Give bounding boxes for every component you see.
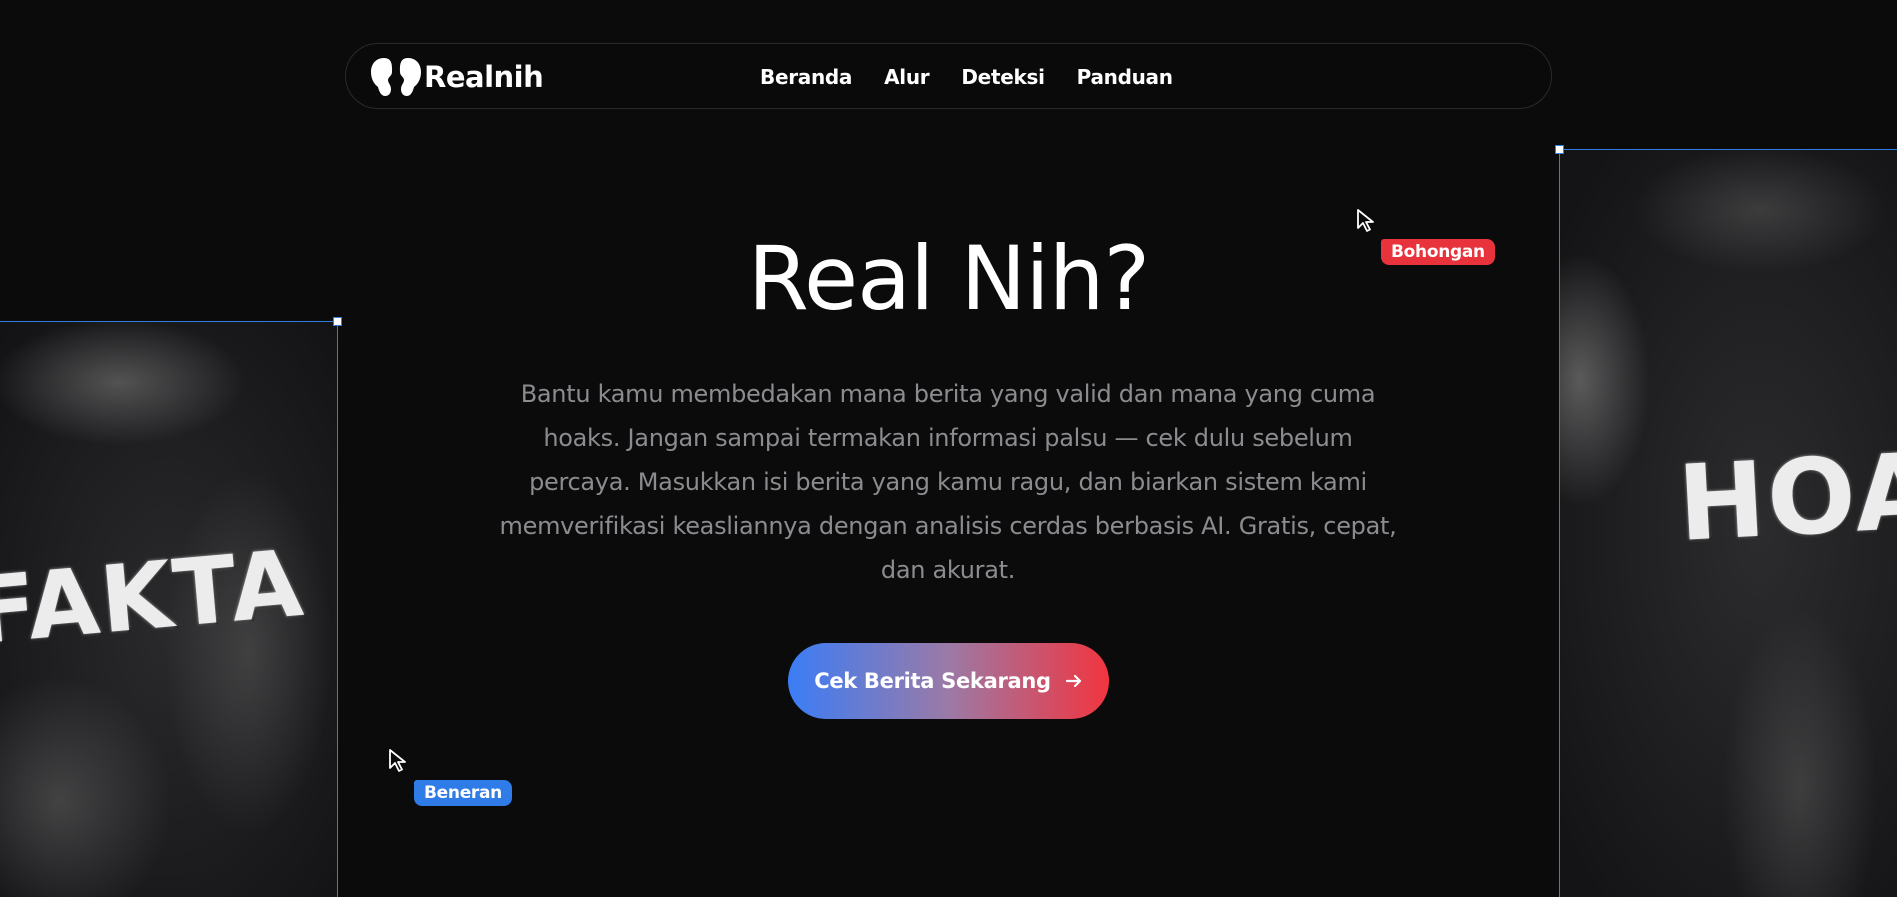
arrow-right-icon [1065,674,1081,688]
nav-item-alur[interactable]: Alur [884,65,930,89]
real-cursor-tag: Beneran [414,780,512,806]
hoaks-word: HOAKS [1675,421,1897,565]
check-news-button[interactable]: Cek Berita Sekarang [788,643,1109,719]
nav-item-beranda[interactable]: Beranda [760,65,852,89]
navbar: Realnih Beranda Alur Deteksi Panduan [345,43,1552,109]
pointer-cursor-icon [389,749,406,772]
brand-logo[interactable]: Realnih [370,54,544,100]
brain-silhouette-icon [371,58,421,96]
fakta-image: FAKTA [0,321,338,897]
landing-page: FAKTA HOAKS Realnih Beranda Alur Deteksi… [0,0,1897,897]
nav-links: Beranda Alur Deteksi Panduan [760,44,1173,110]
nav-item-deteksi[interactable]: Deteksi [961,65,1045,89]
nav-item-panduan[interactable]: Panduan [1077,65,1173,89]
hero-description: Bantu kamu membedakan mana berita yang v… [499,380,1397,584]
hoax-cursor-tag: Bohongan [1381,239,1495,265]
hero-title: Real Nih? [747,227,1150,330]
check-news-button-label: Cek Berita Sekarang [814,669,1051,693]
fakta-word: FAKTA [0,529,309,666]
right-image-resize-handle[interactable] [1555,145,1564,154]
pointer-cursor-icon [1357,209,1374,232]
brand-name: Realnih [424,60,544,94]
